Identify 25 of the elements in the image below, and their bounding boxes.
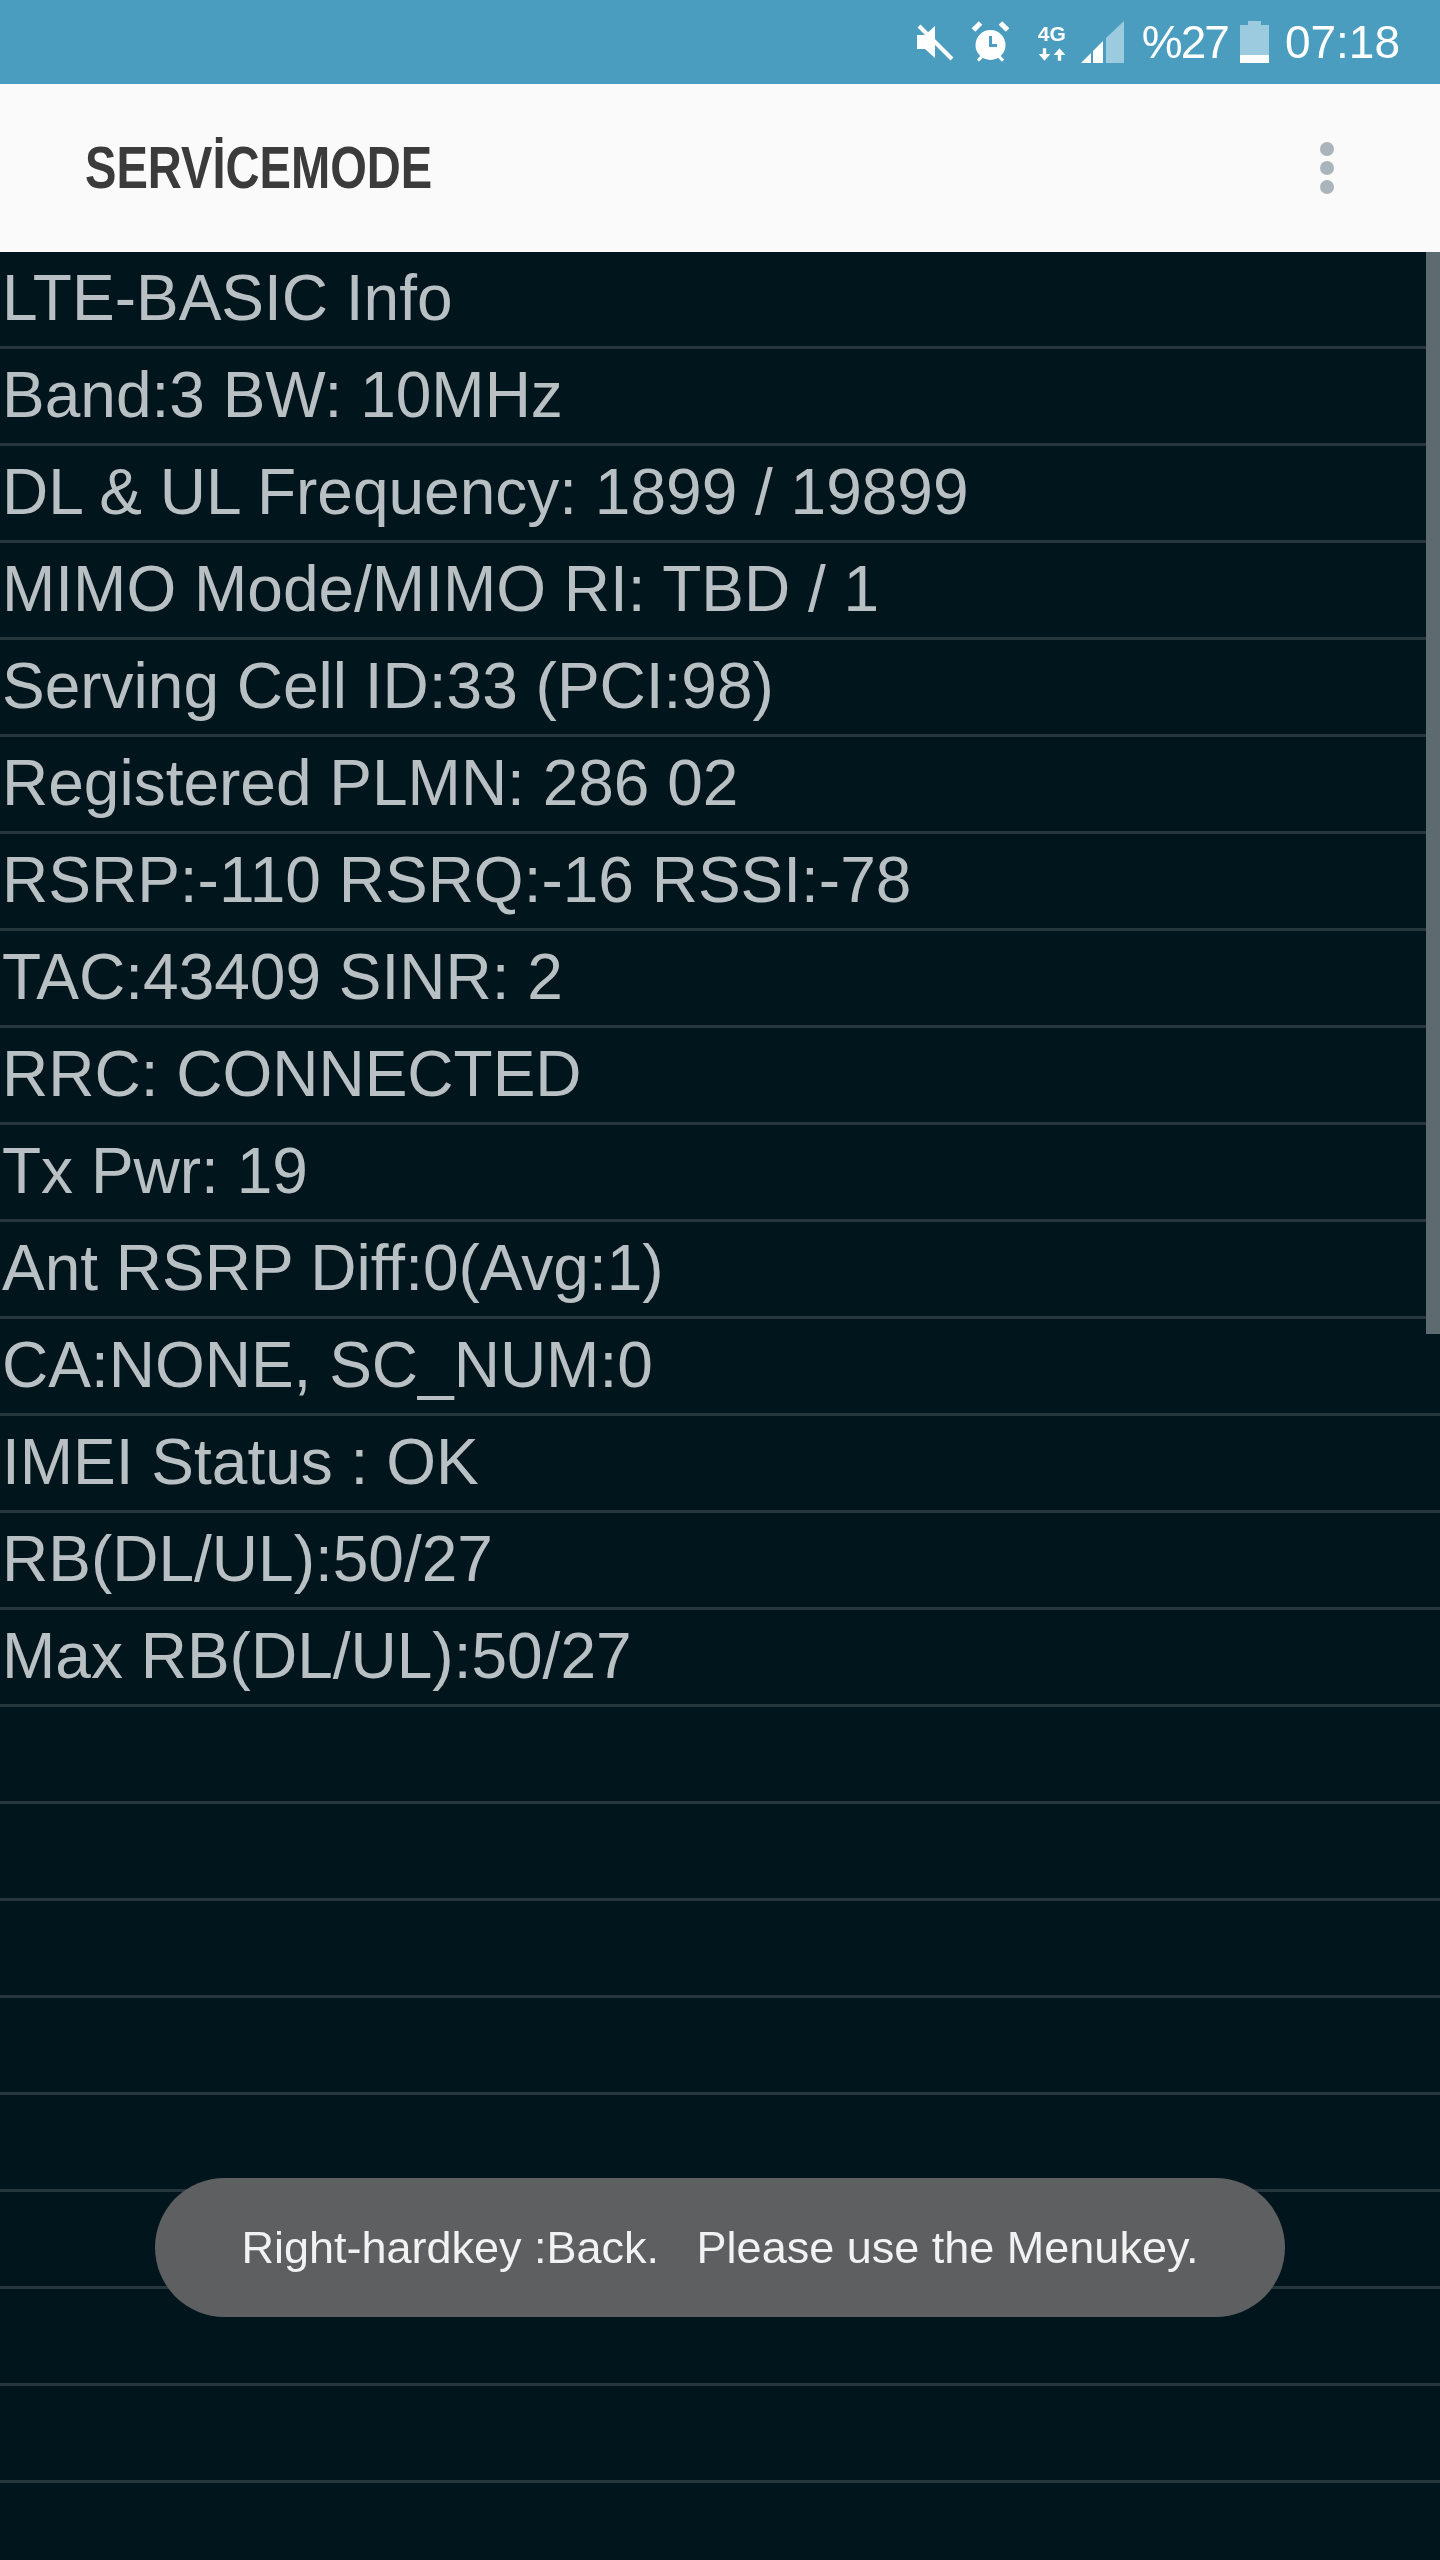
info-line: IMEI Status : OK: [2, 1425, 479, 1500]
data-arrows-icon: [1036, 47, 1067, 61]
info-line: RB(DL/UL):50/27: [2, 1522, 493, 1597]
info-line: LTE-BASIC Info: [2, 261, 453, 336]
app-title: SERVİCEMODE: [85, 133, 433, 203]
info-line: RSRP:-110 RSRQ:-16 RSSI:-78: [2, 843, 912, 918]
info-line: RRC: CONNECTED: [2, 1037, 582, 1112]
info-line: MIMO Mode/MIMO RI: TBD / 1: [2, 552, 880, 627]
info-line: Serving Cell ID:33 (PCI:98): [2, 649, 774, 724]
clock-time: 07:18: [1284, 17, 1400, 67]
info-line: Max RB(DL/UL):50/27: [2, 1619, 632, 1694]
info-line: Tx Pwr: 19: [2, 1134, 308, 1209]
battery-percentage: %27: [1141, 17, 1228, 67]
toast-text: Right-hardkey :Back. Please use the Menukey.: [241, 2221, 1199, 2274]
battery-icon: [1239, 21, 1269, 63]
info-line: CA:NONE, SC_NUM:0: [2, 1328, 653, 1403]
network-type-label: 4G: [1037, 23, 1066, 44]
info-line: Registered PLMN: 286 02: [2, 746, 739, 821]
info-line: TAC:43409 SINR: 2: [2, 940, 563, 1015]
info-line: Ant RSRP Diff:0(Avg:1): [2, 1231, 664, 1306]
info-line: Band:3 BW: 10MHz: [2, 358, 563, 433]
more-vertical-icon: [1320, 142, 1334, 194]
mute-icon: [914, 22, 955, 62]
info-line: DL & UL Frequency: 1899 / 19899: [2, 455, 969, 530]
signal-strength-icon: [1080, 21, 1124, 63]
